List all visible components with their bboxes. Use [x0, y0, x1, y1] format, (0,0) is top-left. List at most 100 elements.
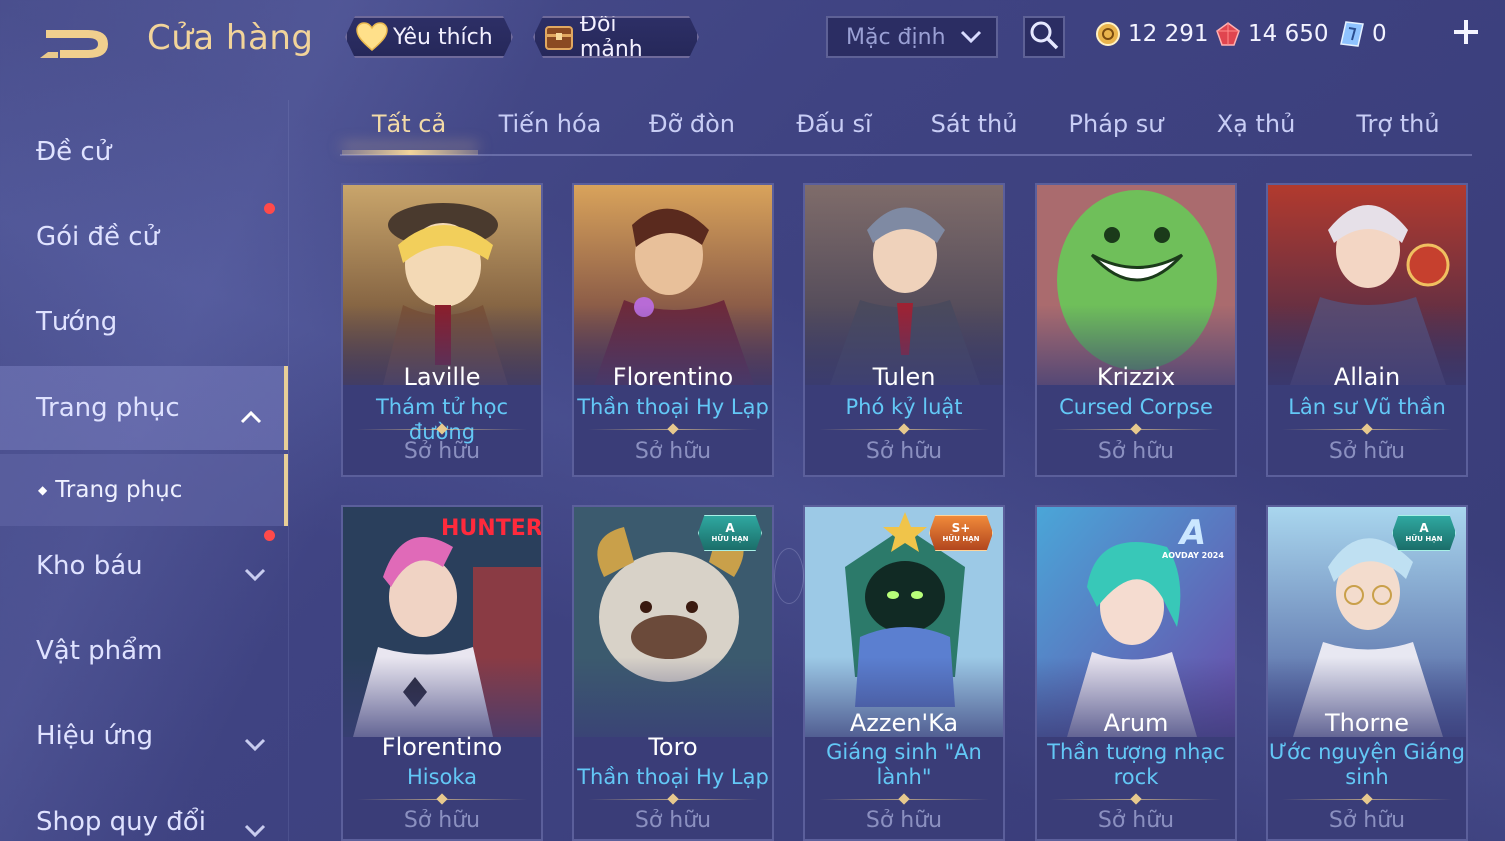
divider-diamond-icon: [898, 793, 910, 805]
notification-dot: [264, 530, 275, 541]
skin-card[interactable]: A HỮU HẠN Toro Thần thoại Hy Lạp Sở hữu: [572, 505, 774, 841]
chevron-down-icon: [244, 815, 266, 838]
voucher-amount: 0: [1372, 21, 1387, 47]
chevron-down-icon: [244, 729, 266, 752]
sidebar: Đề cử Gói đề cử Tướng Trang phục ◆ Trang…: [0, 100, 290, 841]
tab-support[interactable]: Trợ thủ: [1328, 110, 1468, 150]
skin-card[interactable]: HUNTER Florentino Hisoka Sở hữu: [341, 505, 543, 841]
skin-card[interactable]: Laville Thám tử học đường Sở hữu: [341, 183, 543, 477]
divider-diamond-icon: [667, 793, 679, 805]
skin-name: Lân sư Vũ thần: [1288, 395, 1446, 419]
ruby-amount: 14 650: [1248, 21, 1329, 47]
category-tabs: Tất cả Tiến hóa Đỡ đòn Đấu sĩ Sát thủ Ph…: [340, 100, 1472, 156]
active-tab-indicator: [342, 150, 478, 155]
rarity-limited: HỮU HẠN: [942, 535, 980, 543]
sidebar-item-exchange-shop[interactable]: Shop quy đổi: [0, 780, 288, 841]
skin-name: Thần thoại Hy Lạp: [577, 765, 769, 789]
divider-diamond-icon: [436, 793, 448, 805]
divider-diamond-icon: [1361, 423, 1373, 435]
sidebar-item-effects[interactable]: Hiệu ứng: [0, 694, 288, 778]
rarity-badge: A HỮU HẠN: [1392, 515, 1456, 551]
skin-name: Thần thoại Hy Lạp: [577, 395, 769, 419]
add-currency-button[interactable]: [1450, 18, 1482, 50]
favorites-label: Yêu thích: [393, 24, 493, 50]
sidebar-subitem-skins[interactable]: ◆ Trang phục: [0, 454, 288, 526]
skin-card[interactable]: Tulen Phó kỷ luật Sở hữu: [803, 183, 1005, 477]
scroll-handle[interactable]: [774, 548, 804, 604]
hunter-logo: HUNTER: [441, 516, 543, 541]
tab-assassin[interactable]: Sát thủ: [904, 110, 1044, 150]
diamond-bullet-icon: ◆: [38, 483, 48, 497]
skin-card[interactable]: Florentino Thần thoại Hy Lạp Sở hữu: [572, 183, 774, 477]
rarity-grade: S+: [951, 521, 971, 535]
tab-evolution[interactable]: Tiến hóa: [480, 110, 620, 150]
ruby-currency: 14 650: [1214, 18, 1328, 50]
hero-name: Florentino: [612, 363, 734, 391]
skin-name-line-1: Giáng sinh "An: [826, 740, 982, 764]
shard-exchange-button[interactable]: Đổi mảnh: [533, 16, 699, 58]
skin-name-line-2: sinh: [1345, 765, 1389, 789]
gold-amount: 12 291: [1128, 21, 1209, 47]
sidebar-item-label: Đề cử: [36, 137, 112, 167]
skin-name-line-2: rock: [1113, 765, 1159, 789]
rarity-badge: A HỮU HẠN: [698, 515, 762, 551]
owned-status: Sở hữu: [634, 808, 712, 833]
tab-marksman[interactable]: Xạ thủ: [1186, 110, 1326, 150]
owned-status: Sở hữu: [1328, 439, 1406, 464]
ruby-gem-icon: [1214, 20, 1242, 48]
search-button[interactable]: [1023, 16, 1065, 58]
sidebar-item-label: Kho báu: [36, 551, 143, 581]
rarity-grade: A: [1419, 521, 1429, 535]
sidebar-item-recommended-packs[interactable]: Gói đề cử: [0, 195, 288, 279]
sidebar-item-label: Gói đề cử: [36, 222, 160, 252]
sort-dropdown[interactable]: Mặc định: [826, 16, 998, 58]
chevron-up-icon: [240, 401, 262, 424]
tab-mage[interactable]: Pháp sư: [1046, 110, 1186, 150]
skin-name: Thám tử học đường: [375, 395, 509, 444]
top-bar: Cửa hàng Yêu thích Đổi mảnh Mặc định 12 …: [0, 0, 1505, 80]
sidebar-item-treasure[interactable]: Kho báu: [0, 524, 288, 608]
divider-diamond-icon: [1361, 793, 1373, 805]
aov-logo-text: AOVDAY 2024: [1162, 551, 1224, 560]
heart-icon: [355, 20, 389, 54]
favorites-button[interactable]: Yêu thích: [345, 16, 513, 58]
tab-fighter[interactable]: Đấu sĩ: [764, 110, 904, 150]
skin-name: Phó kỷ luật: [845, 395, 963, 419]
skin-card[interactable]: A HỮU HẠN Thorne Ước nguyện Giáng sinh S…: [1266, 505, 1468, 841]
skin-card[interactable]: S+ HỮU HẠN Azzen'Ka Giáng sinh "An lành"…: [803, 505, 1005, 841]
shard-exchange-label: Đổi mảnh: [579, 12, 643, 62]
hero-name: Tulen: [872, 363, 936, 391]
skin-card[interactable]: Krizzix Cursed Corpse Sở hữu: [1035, 183, 1237, 477]
hero-name: Toro: [648, 733, 698, 761]
sidebar-item-items[interactable]: Vật phẩm: [0, 609, 288, 693]
sidebar-item-label: Hiệu ứng: [36, 721, 153, 751]
page-title: Cửa hàng: [147, 18, 314, 58]
hero-name: Arum: [1103, 709, 1169, 737]
skin-card[interactable]: Allain Lân sư Vũ thần Sở hữu: [1266, 183, 1468, 477]
aovday-logo: A AOVDAY 2024: [1155, 515, 1231, 565]
hero-name: Krizzix: [1096, 363, 1176, 391]
sidebar-item-label: Vật phẩm: [36, 636, 163, 666]
chevron-down-icon: [244, 559, 266, 582]
rarity-badge: S+ HỮU HẠN: [929, 515, 993, 551]
sort-selected-value: Mặc định: [846, 24, 946, 50]
owned-status: Sở hữu: [1097, 808, 1175, 833]
sidebar-item-skins[interactable]: Trang phục: [0, 366, 288, 450]
hero-name: Laville: [403, 363, 481, 391]
skin-name-line-2: lành": [876, 765, 932, 789]
sidebar-subitem-label: Trang phục: [55, 477, 183, 503]
sidebar-item-heroes[interactable]: Tướng: [0, 280, 288, 364]
owned-status: Sở hữu: [1097, 439, 1175, 464]
sidebar-item-recommended[interactable]: Đề cử: [0, 110, 288, 194]
owned-status: Sở hữu: [403, 808, 481, 833]
skin-card[interactable]: A AOVDAY 2024 Arum Thần tượng nhạc rock …: [1035, 505, 1237, 841]
tab-all[interactable]: Tất cả: [340, 110, 478, 150]
sidebar-divider: [288, 100, 289, 841]
owned-status: Sở hữu: [865, 808, 943, 833]
tab-tank[interactable]: Đỡ đòn: [622, 110, 762, 150]
back-arrow-icon[interactable]: [36, 22, 116, 64]
search-icon: [1029, 20, 1059, 54]
voucher-currency: 0: [1338, 18, 1387, 50]
owned-status: Sở hữu: [634, 439, 712, 464]
sidebar-item-label: Trang phục: [36, 393, 180, 423]
